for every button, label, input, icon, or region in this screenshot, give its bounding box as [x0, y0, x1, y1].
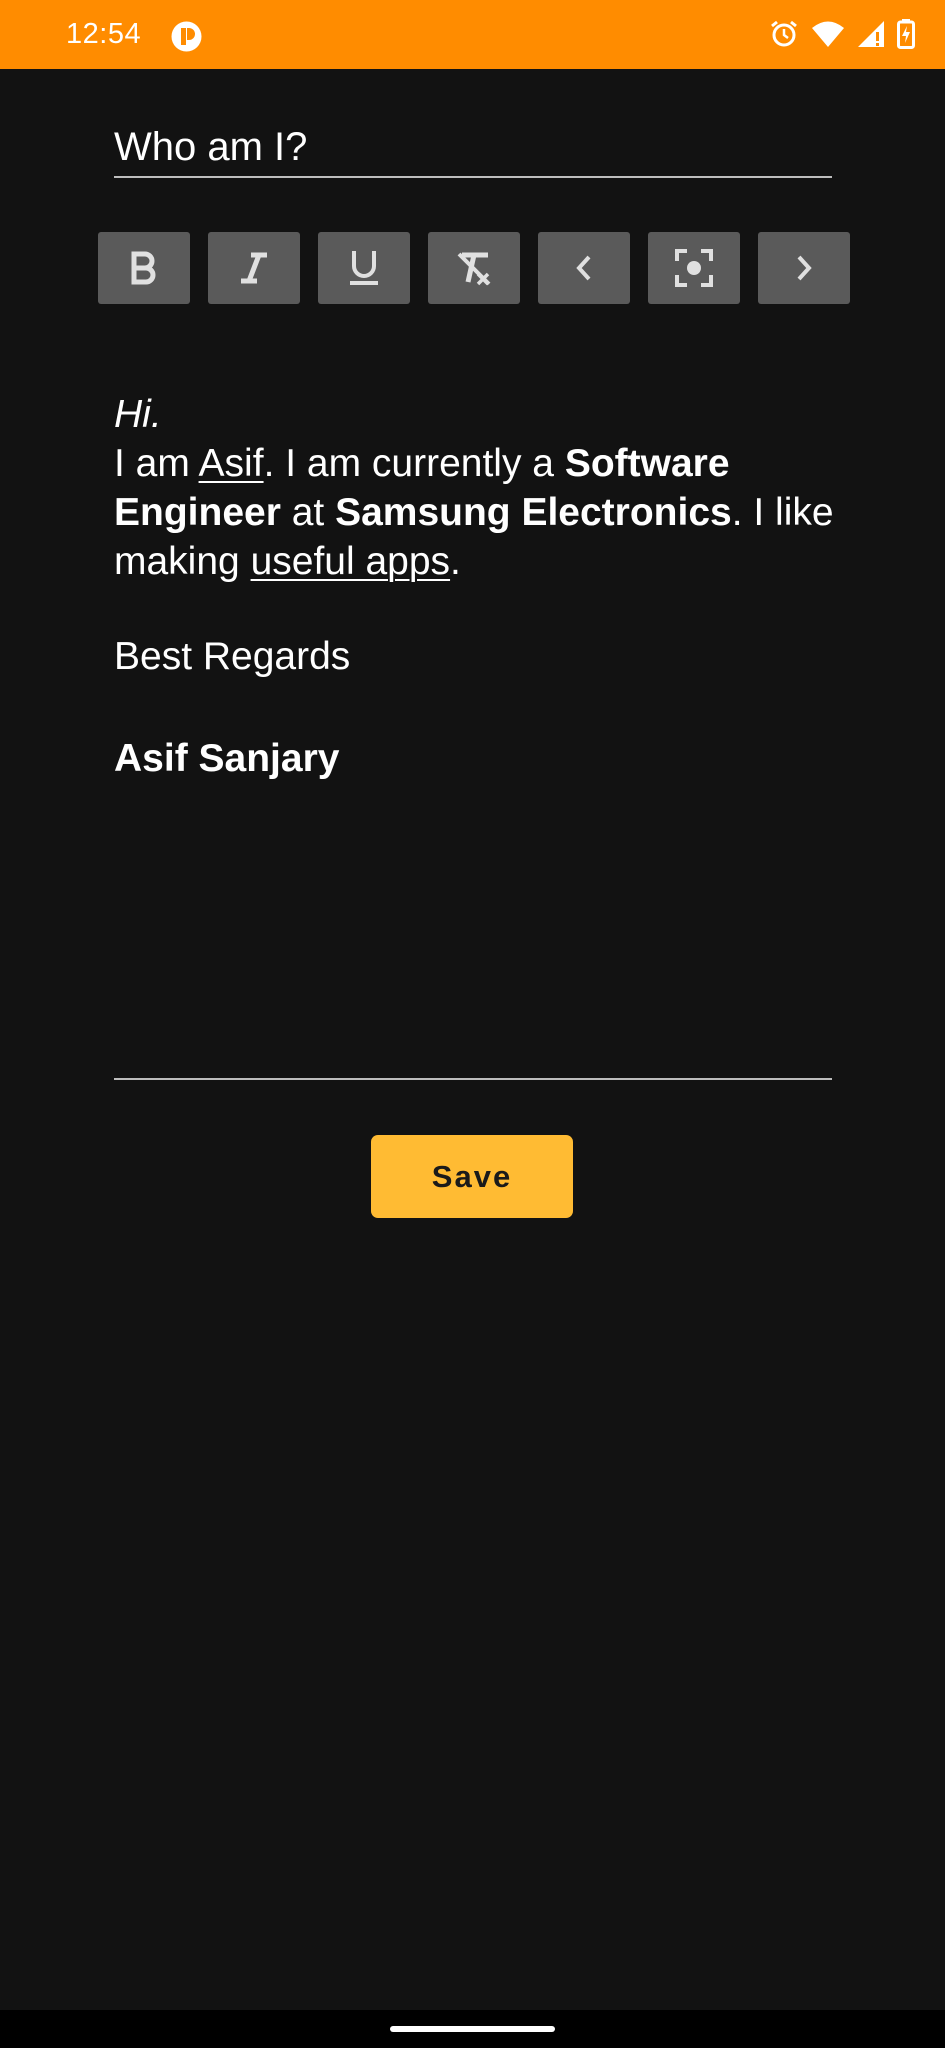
underline-button[interactable]	[318, 232, 410, 304]
closing-text: Best Regards	[114, 635, 351, 678]
intro-text: at	[280, 491, 336, 534]
greeting-text: Hi.	[114, 393, 162, 436]
focus-button[interactable]	[648, 232, 740, 304]
rich-text-editor[interactable]: Hi. I am Asif. I am currently a Software…	[114, 390, 844, 783]
bold-icon	[129, 251, 159, 285]
editor-divider	[114, 1078, 832, 1080]
save-button[interactable]: Save	[371, 1135, 573, 1218]
app-notification-icon	[170, 20, 203, 53]
intro-text: . I am currently a	[263, 442, 565, 485]
wifi-icon	[811, 20, 845, 48]
apps-link[interactable]: useful apps	[251, 540, 450, 583]
name-link[interactable]: Asif	[199, 442, 264, 485]
company-text: Samsung Electronics	[335, 491, 732, 534]
previous-button[interactable]	[538, 232, 630, 304]
greeting-line: Hi.	[114, 390, 844, 439]
italic-button[interactable]	[208, 232, 300, 304]
next-icon	[793, 253, 815, 283]
status-bar: 12:54	[0, 0, 945, 69]
status-icons	[769, 19, 915, 49]
clear-format-button[interactable]	[428, 232, 520, 304]
home-gesture-handle[interactable]	[390, 2026, 555, 2032]
status-time: 12:54	[66, 18, 142, 50]
previous-icon	[573, 253, 595, 283]
intro-paragraph: I am Asif. I am currently a Software Eng…	[114, 439, 844, 586]
next-button[interactable]	[758, 232, 850, 304]
battery-charging-icon	[897, 19, 915, 49]
note-title-input[interactable]: Who am I?	[114, 118, 832, 178]
clear-format-icon	[454, 250, 494, 286]
formatting-toolbar	[98, 232, 850, 304]
focus-icon	[674, 248, 714, 288]
intro-text: I am	[114, 442, 199, 485]
alarm-icon	[769, 19, 799, 49]
intro-text: .	[450, 540, 461, 583]
bold-button[interactable]	[98, 232, 190, 304]
italic-icon	[239, 251, 269, 285]
signal-icon	[857, 20, 885, 48]
underline-icon	[348, 249, 380, 287]
signature-text: Asif Sanjary	[114, 737, 340, 780]
